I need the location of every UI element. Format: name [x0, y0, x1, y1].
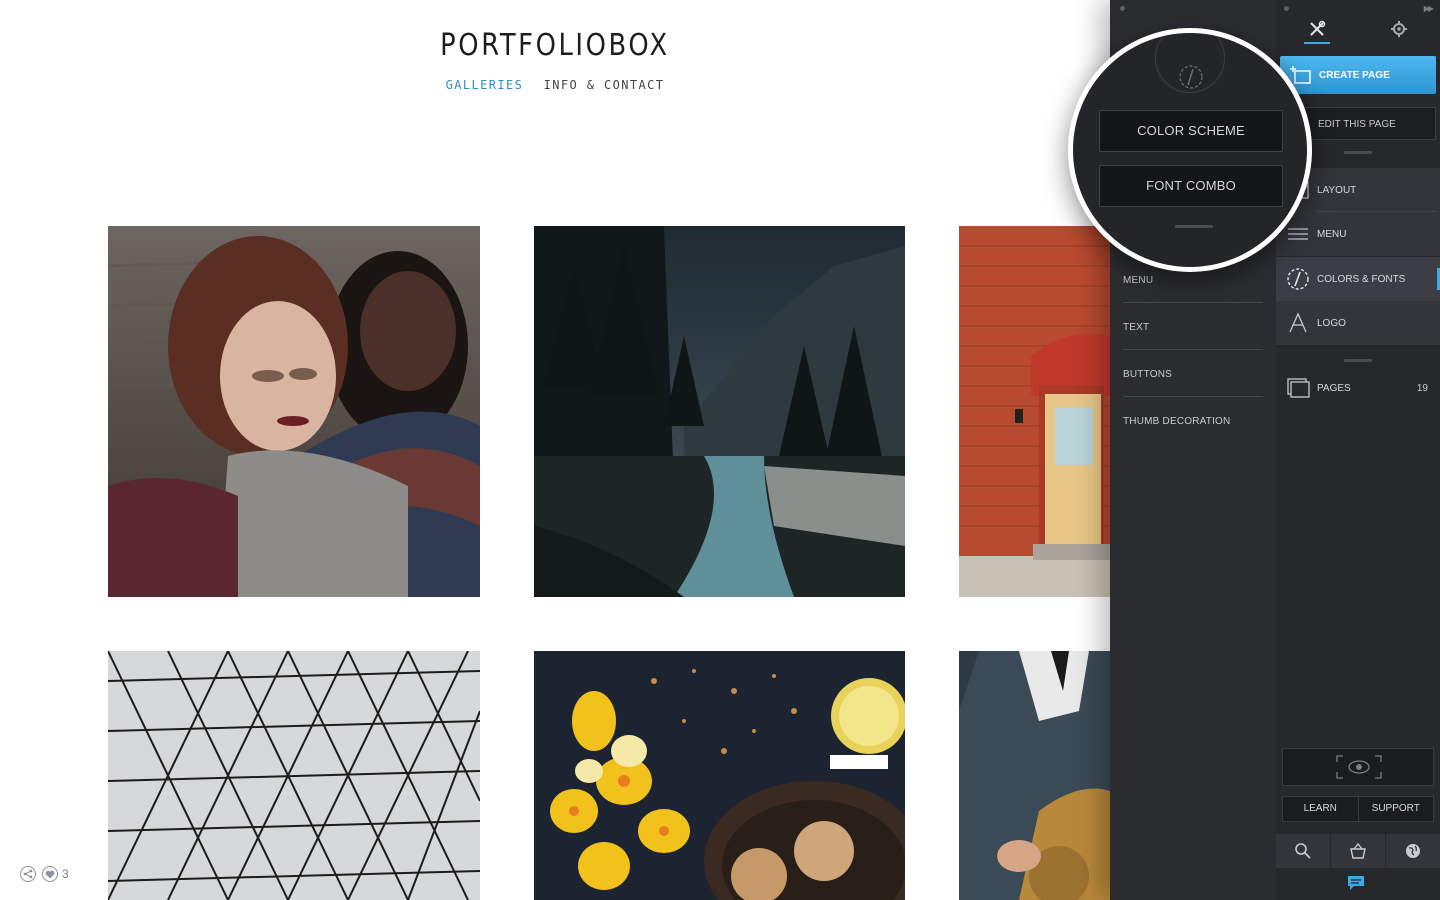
heart-icon[interactable]: [42, 866, 58, 882]
panel-tabs: [1276, 14, 1440, 44]
globe-icon[interactable]: [1385, 834, 1440, 868]
support-button[interactable]: SUPPORT: [1357, 797, 1434, 821]
search-icon[interactable]: [1276, 834, 1330, 868]
subpanel-item-label: TEXT: [1123, 322, 1150, 333]
magnifier-callout: COLOR SCHEME FONT COMBO: [1068, 28, 1312, 272]
site-title[interactable]: PORTFOLIOBOX: [78, 28, 1033, 63]
pages-count: 19: [1416, 383, 1428, 394]
logo-icon: [1289, 312, 1307, 333]
menu-item-label: COLORS & FONTS: [1317, 274, 1406, 285]
bottom-toolbar: [1276, 834, 1440, 868]
menu-item-label: LOGO: [1317, 318, 1346, 329]
learn-button[interactable]: LEARN: [1283, 797, 1358, 821]
eye-icon: [1336, 755, 1382, 779]
subpanel-item-label: BUTTONS: [1123, 369, 1172, 380]
menu-item-label: MENU: [1317, 229, 1347, 240]
separator: [1344, 359, 1372, 362]
shop-basket-icon[interactable]: [1330, 834, 1385, 868]
edit-page-label: EDIT THIS PAGE: [1318, 119, 1396, 130]
subpanel-item-label: MENU: [1123, 275, 1154, 286]
thumb-forest-river[interactable]: [534, 226, 905, 597]
colors-fonts-large-icon: [1155, 33, 1225, 93]
pages-icon: [1287, 378, 1310, 398]
tools-tab-icon[interactable]: [1304, 20, 1330, 44]
colors-fonts-icon: [1287, 268, 1309, 290]
share-icon[interactable]: [20, 866, 36, 882]
create-page-label: CREATE PAGE: [1319, 70, 1390, 81]
thumb-flowers-cookies[interactable]: [534, 651, 905, 900]
menu-item-colors-fonts[interactable]: COLORS & FONTS: [1276, 257, 1440, 301]
help-links: LEARN SUPPORT: [1282, 796, 1434, 822]
create-page-button[interactable]: CREATE PAGE: [1280, 56, 1436, 94]
subpanel-item-label: THUMB DECORATION: [1123, 416, 1231, 427]
pages-label: PAGES: [1317, 383, 1351, 394]
menu-item-label: LAYOUT: [1317, 185, 1357, 196]
site-nav: GALLERIES INFO & CONTACT: [0, 76, 1110, 94]
subpanel-item-thumb-decoration[interactable]: THUMB DECORATION: [1123, 397, 1263, 444]
font-combo-button[interactable]: FONT COMBO: [1099, 165, 1283, 207]
nav-galleries[interactable]: GALLERIES: [446, 78, 524, 92]
collapse-panel-icon[interactable]: ▶▶: [1424, 4, 1434, 13]
thumb-portrait-two-women[interactable]: [108, 226, 480, 597]
add-page-icon: [1290, 66, 1311, 84]
social-bar: 3: [20, 866, 69, 882]
subpanel-item-buttons[interactable]: BUTTONS: [1123, 350, 1263, 397]
separator: [1344, 151, 1372, 154]
menu-item-menu[interactable]: MENU: [1276, 212, 1440, 256]
separator: [1175, 225, 1213, 228]
menu-item-logo[interactable]: LOGO: [1276, 301, 1440, 345]
menu-icon: [1288, 228, 1308, 240]
panel-dot: [1120, 6, 1125, 11]
menu-item-pages[interactable]: PAGES 19: [1276, 366, 1440, 410]
chat-icon[interactable]: [1346, 874, 1366, 892]
preview-button[interactable]: [1282, 748, 1434, 786]
subpanel-item-text[interactable]: TEXT: [1123, 303, 1263, 350]
settings-tab-gear-icon[interactable]: [1386, 20, 1412, 42]
nav-info-contact[interactable]: INFO & CONTACT: [544, 78, 665, 92]
likes-count: 3: [62, 867, 69, 881]
thumb-saxophone-man[interactable]: [959, 651, 1110, 900]
thumb-red-wall-door[interactable]: [959, 226, 1110, 597]
color-scheme-button[interactable]: COLOR SCHEME: [1099, 110, 1283, 152]
thumb-triangle-roof[interactable]: [108, 651, 480, 900]
panel-dot: [1284, 6, 1289, 11]
